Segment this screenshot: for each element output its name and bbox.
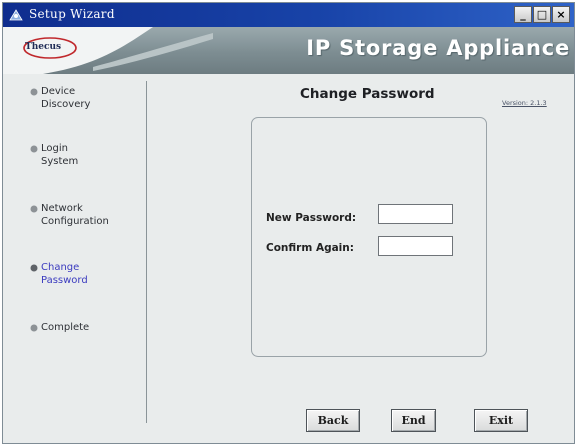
back-button[interactable]: Back <box>306 409 360 432</box>
sidebar-divider <box>146 81 147 423</box>
step-label: Change Password <box>41 262 88 286</box>
wizard-app-icon <box>9 9 23 21</box>
step-bullet-icon <box>30 88 38 96</box>
thecus-logo: Thecus <box>25 42 62 52</box>
setup-wizard-window: Setup Wizard _ □ × Thecus IP Storage App… <box>2 2 575 444</box>
close-button[interactable]: × <box>552 6 570 23</box>
step-bullet-icon <box>30 324 38 332</box>
step-network-configuration: Network Configuration <box>30 202 109 228</box>
header-banner: Thecus IP Storage Appliance <box>3 27 574 74</box>
product-title: IP Storage Appliance <box>306 36 570 60</box>
step-login-system: Login System <box>30 142 79 168</box>
step-bullet-icon <box>30 205 38 213</box>
confirm-password-input[interactable] <box>378 236 453 256</box>
end-button[interactable]: End <box>391 409 436 432</box>
step-label: Network Configuration <box>41 203 109 227</box>
step-bullet-icon <box>30 264 38 272</box>
new-password-label: New Password: <box>266 212 357 224</box>
exit-button[interactable]: Exit <box>474 409 528 432</box>
step-bullet-icon <box>30 145 38 153</box>
title-bar[interactable]: Setup Wizard _ □ × <box>3 3 574 27</box>
window-title: Setup Wizard <box>29 7 115 21</box>
wizard-steps-sidebar: Device Discovery Login System Network Co… <box>3 74 146 443</box>
step-complete: Complete <box>30 321 90 334</box>
page-title: Change Password <box>300 86 435 102</box>
step-label: Login System <box>41 143 79 167</box>
step-label: Complete <box>41 322 90 333</box>
step-device-discovery: Device Discovery <box>30 85 91 111</box>
step-change-password: Change Password <box>30 261 88 287</box>
maximize-button[interactable]: □ <box>533 6 551 23</box>
confirm-again-label: Confirm Again: <box>266 242 354 254</box>
version-link[interactable]: Version: 2.1.3 <box>502 99 547 107</box>
new-password-input[interactable] <box>378 204 453 224</box>
minimize-button[interactable]: _ <box>514 6 532 23</box>
step-label: Device Discovery <box>41 86 91 110</box>
